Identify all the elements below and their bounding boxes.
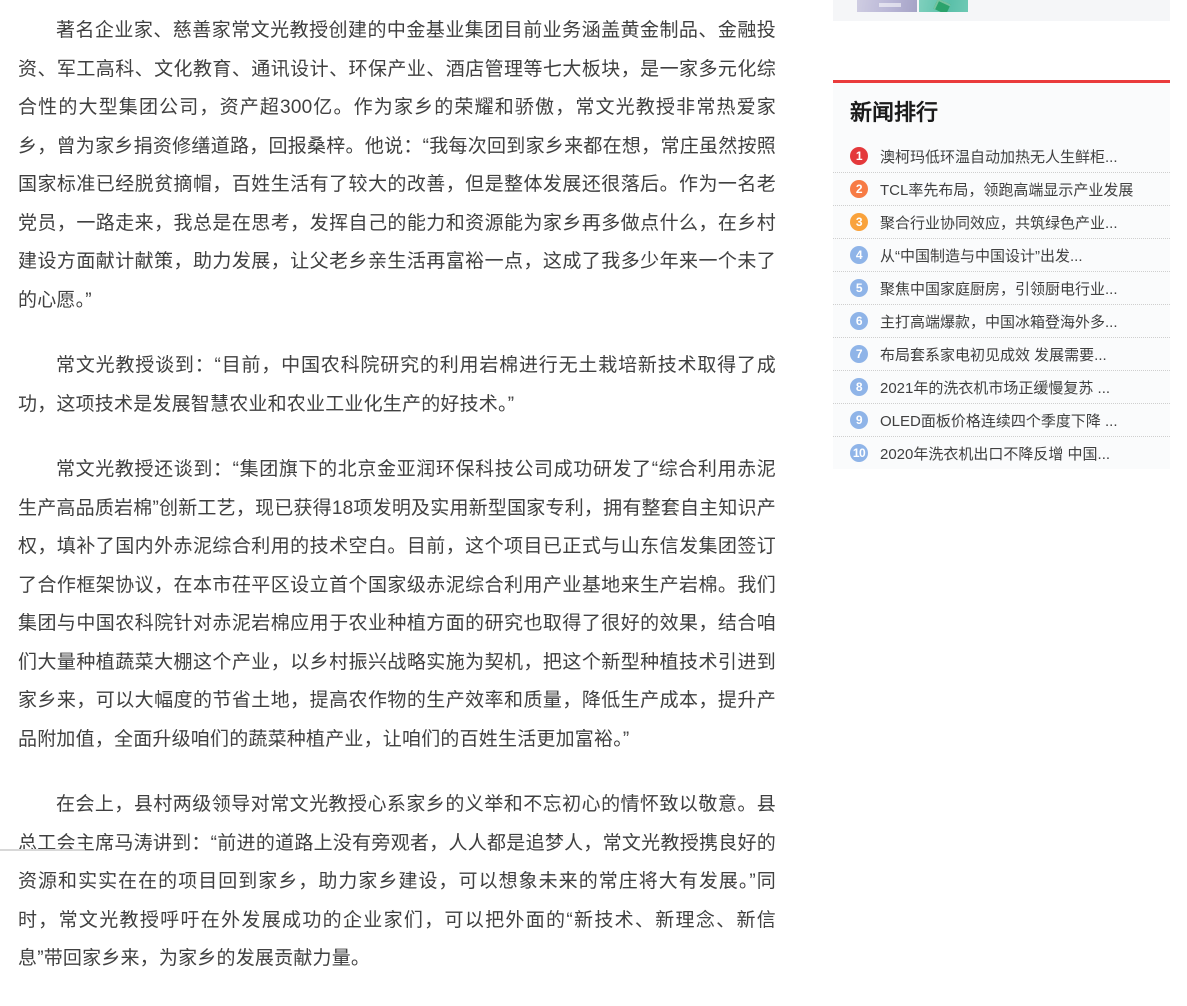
news-rank-item[interactable]: 6 主打高端爆款，中国冰箱登海外多... [833, 305, 1170, 338]
article-paragraph: 在会上，县村两级领导对常文光教授心系家乡的义举和不忘初心的情怀致以敬意。县总工会… [18, 786, 776, 979]
article-body: 著名企业家、慈善家常文光教授创建的中金基业集团目前业务涵盖黄金制品、金融投资、军… [18, 12, 776, 1006]
rank-number-badge: 2 [850, 180, 868, 198]
news-ranking-list: 1澳柯玛低环温自动加热无人生鲜柜...2TCL率先布局，领跑高端显示产业发展3聚… [833, 140, 1170, 469]
news-rank-item[interactable]: 3 聚合行业协同效应，共筑绿色产业... [833, 206, 1170, 239]
news-item-title[interactable]: 澳柯玛低环温自动加热无人生鲜柜... [880, 146, 1118, 167]
rank-number-badge: 10 [850, 444, 868, 462]
right-sidebar: 新闻排行 1 澳柯玛低环温自动加热无人生鲜柜... 2 TCL率先布局，领跑高端显示产… [833, 0, 1170, 469]
ad-container [833, 0, 1170, 21]
rank-number-badge: 3 [850, 213, 868, 231]
news-item-title[interactable]: 2020年洗衣机出口不降反增 中国... [880, 443, 1110, 464]
news-rank-item[interactable]: 1 澳柯玛低环温自动加热无人生鲜柜... [833, 140, 1170, 173]
rank-number-badge: 4 [850, 246, 868, 264]
news-rank-item[interactable]: 2 TCL率先布局，领跑高端显示产业发展 [833, 173, 1170, 206]
news-item-title[interactable]: 聚焦中国家庭厨房，引领厨电行业... [880, 278, 1118, 299]
rank-number-badge: 6 [850, 312, 868, 330]
ad-banner-image[interactable] [857, 0, 968, 12]
news-item-title[interactable]: 从“中国制造与中国设计”出发... [880, 245, 1083, 266]
article-paragraph: 常文光教授谈到：“目前，中国农科院研究的利用岩棉进行无土栽培新技术取得了成功，这… [18, 347, 776, 424]
news-item-title[interactable]: 主打高端爆款，中国冰箱登海外多... [880, 311, 1118, 332]
news-item-title[interactable]: OLED面板价格连续四个季度下降 ... [880, 410, 1118, 431]
news-rank-item[interactable]: 5 聚焦中国家庭厨房，引领厨电行业... [833, 272, 1170, 305]
ad-tile-left [857, 0, 917, 12]
article-paragraph: 常文光教授还谈到：“集团旗下的北京金亚润环保科技公司成功研发了“综合利用赤泥生产… [18, 451, 776, 759]
rank-number-badge: 5 [850, 279, 868, 297]
news-item-title[interactable]: TCL率先布局，领跑高端显示产业发展 [880, 179, 1133, 200]
article-paragraph: 著名企业家、慈善家常文光教授创建的中金基业集团目前业务涵盖黄金制品、金融投资、军… [18, 12, 776, 320]
news-rank-item[interactable]: 7 布局套系家电初见成效 发展需要... [833, 338, 1170, 371]
news-ranking-title: 新闻排行 [850, 100, 1170, 126]
news-item-title[interactable]: 聚合行业协同效应，共筑绿色产业... [880, 212, 1118, 233]
news-item-title[interactable]: 布局套系家电初见成效 发展需要... [880, 344, 1107, 365]
gem-graphic [933, 0, 950, 12]
news-item-title[interactable]: 2021年的洗衣机市场正缓慢复苏 ... [880, 377, 1110, 398]
rank-number-badge: 7 [850, 345, 868, 363]
ad-tile-right [919, 0, 968, 12]
news-rank-item[interactable]: 8 2021年的洗衣机市场正缓慢复苏 ... [833, 371, 1170, 404]
rank-number-badge: 1 [850, 147, 868, 165]
news-rank-item[interactable]: 10 2020年洗衣机出口不降反增 中国... [833, 437, 1170, 469]
news-rank-item[interactable]: 4 从“中国制造与中国设计”出发... [833, 239, 1170, 272]
news-rank-item[interactable]: 9 OLED面板价格连续四个季度下降 ... [833, 404, 1170, 437]
rank-number-badge: 9 [850, 411, 868, 429]
rank-number-badge: 8 [850, 378, 868, 396]
news-ranking-panel: 新闻排行 1 澳柯玛低环温自动加热无人生鲜柜... 2 TCL率先布局，领跑高端显示产… [833, 83, 1170, 469]
